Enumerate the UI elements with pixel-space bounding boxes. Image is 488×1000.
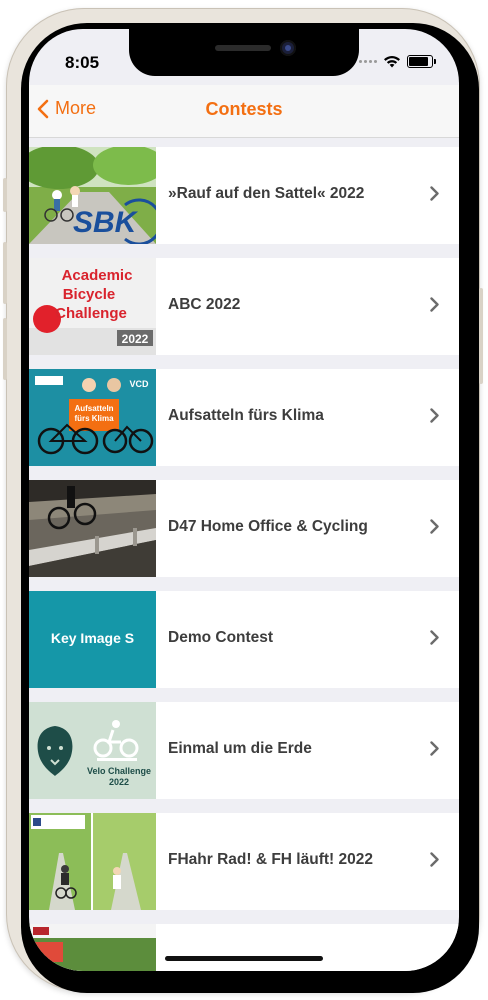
svg-text:fürs Klima: fürs Klima [74, 414, 114, 423]
screen: 8:05 More Contests SBK »Rauf auf den Sat… [29, 29, 459, 971]
contest-title: ABC 2022 [168, 296, 241, 313]
chevron-right-icon [430, 186, 439, 201]
contest-thumbnail [29, 924, 156, 971]
contest-title: Demo Contest [168, 629, 274, 646]
contest-thumbnail [29, 480, 156, 577]
contest-row-d47-home-office-cycling[interactable]: D47 Home Office & Cycling [29, 480, 459, 577]
contest-row-abc-2022[interactable]: Academic Bicycle Challenge 2022 ABC 2022 [29, 258, 459, 355]
contest-title: Aufsatteln fürs Klima [168, 407, 324, 424]
signal-icon [359, 60, 377, 63]
contest-thumbnail [29, 813, 156, 910]
contest-thumbnail: SBK [29, 147, 156, 244]
wifi-icon [384, 56, 400, 68]
volume-up-button [3, 242, 7, 304]
sbk-logo: SBK [73, 206, 139, 239]
contest-title: FHahr Rad! & FH läuft! 2022 [168, 851, 373, 868]
svg-text:Aufsatteln: Aufsatteln [74, 404, 113, 413]
status-time: 8:05 [65, 53, 100, 72]
battery-icon [407, 55, 436, 68]
contest-title: D47 Home Office & Cycling [168, 518, 368, 535]
contest-row-demo-contest[interactable]: Key Image S Demo Contest [29, 591, 459, 688]
page-title: Contests [205, 99, 283, 119]
notch [129, 29, 359, 76]
mute-switch [3, 178, 7, 212]
svg-text:Bicycle: Bicycle [63, 286, 116, 303]
contest-thumbnail: Academic Bicycle Challenge 2022 [29, 258, 156, 355]
chevron-right-icon [430, 297, 439, 312]
contest-row-rauf-auf-den-sattel[interactable]: SBK »Rauf auf den Sattel« 2022 [29, 147, 459, 244]
contest-thumbnail: Key Image S [29, 591, 156, 688]
volume-down-button [3, 318, 7, 380]
contest-thumbnail: Velo Challenge 2022 [29, 702, 156, 799]
chevron-right-icon [430, 741, 439, 756]
contest-row-aufsatteln-fuers-klima[interactable]: VCD Aufsatteln fürs Klima Aufsatteln für… [29, 369, 459, 466]
vcd-logo: VCD [129, 379, 149, 389]
chevron-right-icon [430, 519, 439, 534]
svg-text:Challenge: Challenge [55, 305, 127, 322]
contest-row-einmal-um-die-erde[interactable]: Velo Challenge 2022 Einmal um die Erde [29, 702, 459, 799]
contest-thumbnail: VCD Aufsatteln fürs Klima [29, 369, 156, 466]
home-indicator[interactable] [165, 956, 323, 961]
speaker [215, 45, 271, 51]
year-badge: 2022 [122, 332, 149, 346]
svg-text:Academic: Academic [62, 267, 133, 284]
contest-row-fhahr-rad[interactable]: FHahr Rad! & FH läuft! 2022 [29, 813, 459, 910]
chevron-right-icon [430, 630, 439, 645]
side-button [479, 288, 483, 384]
camera-icon [280, 40, 296, 56]
contest-row-partial[interactable] [29, 924, 459, 971]
chevron-right-icon [430, 408, 439, 423]
contest-title: Einmal um die Erde [168, 740, 312, 757]
contest-title: »Rauf auf den Sattel« 2022 [168, 185, 365, 202]
status-icons [359, 55, 436, 68]
thumbnail-key-image-label: Key Image S [50, 630, 135, 646]
chevron-right-icon [430, 852, 439, 867]
svg-text:2022: 2022 [109, 777, 129, 787]
svg-text:Velo Challenge: Velo Challenge [87, 766, 151, 776]
navigation-bar: More Contests [29, 85, 459, 138]
